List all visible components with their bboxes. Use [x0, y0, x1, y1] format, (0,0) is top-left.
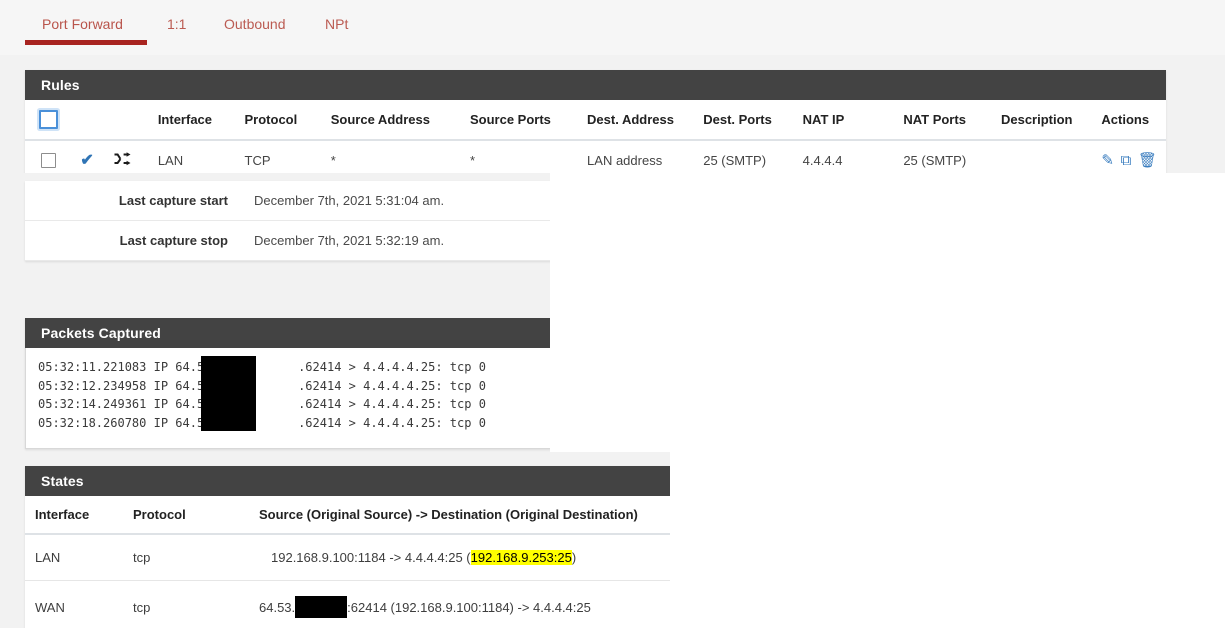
col-actions: Actions	[1095, 100, 1166, 141]
capture-start-row: Last capture start December 7th, 2021 5:…	[25, 181, 550, 221]
rules-table-header-row: Interface Protocol Source Address Source…	[25, 100, 1166, 141]
detail-suffix: :62414 (192.168.9.100:1184) -> 4.4.4.4:2…	[347, 600, 591, 615]
detail-prefix: 64.53.	[259, 600, 296, 615]
row-checkbox[interactable]	[41, 153, 56, 169]
nat-translation-highlight: 192.168.9.253:25	[470, 550, 572, 565]
status-header	[74, 100, 109, 141]
states-section: States Interface Protocol Source (Origin…	[0, 452, 1225, 628]
packets-clip: Packets Captured 05:32:11.221083 IP 64.5…	[0, 318, 550, 452]
select-all-checkbox[interactable]	[39, 110, 58, 129]
packet-line: 05:32:18.260780 IP 64.53 .62414 > 4.4.4.…	[38, 415, 486, 430]
states-cell-interface: WAN	[25, 580, 123, 628]
tab-one-to-one[interactable]: 1:1	[167, 16, 186, 32]
col-dest-address: Dest. Address	[581, 100, 698, 141]
cell-nat-ports: 25 (SMTP)	[903, 152, 967, 168]
tab-port-forward[interactable]: Port Forward	[42, 16, 123, 32]
col-description: Description	[994, 100, 1096, 141]
cell-protocol: TCP	[244, 152, 271, 168]
cell-interface: LAN	[157, 152, 184, 168]
capture-info-panel: Last capture start December 7th, 2021 5:…	[25, 181, 550, 261]
cell-actions: ✎ ⧉ 🗑	[1095, 140, 1166, 173]
col-source-address: Source Address	[324, 100, 464, 141]
rules-table: Interface Protocol Source Address Source…	[25, 100, 1166, 173]
states-cell-detail: 64.53. :62414 (192.168.9.100:1184) -> 4.4…	[231, 580, 670, 628]
states-panel-title: States	[25, 466, 670, 496]
row-select-cell	[25, 140, 74, 173]
capture-clip: Last capture start December 7th, 2021 5:…	[0, 173, 550, 318]
cell-dest-ports: 25 (SMTP)	[703, 152, 767, 168]
nat-flag-header	[108, 100, 152, 141]
tab-outbound[interactable]: Outbound	[224, 16, 286, 32]
active-tab-indicator	[25, 40, 147, 45]
table-row[interactable]: ✔ LAN TCP * * LAN address 25 (SMTP) 4.4.…	[25, 140, 1166, 173]
row-status-cell: ✔	[74, 140, 108, 173]
states-table: Interface Protocol Source (Original Sour…	[25, 496, 670, 628]
detail-suffix: )	[571, 550, 577, 565]
states-cell-protocol: tcp	[123, 534, 231, 581]
col-nat-ip: NAT IP	[796, 100, 898, 141]
capture-info-table: Last capture start December 7th, 2021 5:…	[25, 181, 550, 261]
nav-tabs: Port Forward 1:1 Outbound NPt	[0, 0, 1225, 56]
table-row[interactable]: LAN tcp 192.168.9.100:1184 -> 4.4.4.4:25…	[25, 534, 670, 581]
row-nat-cell	[108, 140, 151, 173]
states-cell-interface: LAN	[25, 534, 123, 581]
shuffle-icon	[114, 151, 131, 165]
packet-log: 05:32:11.221083 IP 64.53 .62414 > 4.4.4.…	[25, 348, 550, 450]
capture-stop-label: Last capture stop	[25, 220, 246, 261]
tab-npt[interactable]: NPt	[325, 16, 348, 32]
table-row[interactable]: WAN tcp 64.53. :62414 (192.168.9.100:1184…	[25, 580, 670, 628]
cell-nat-ip: 4.4.4.4	[802, 152, 843, 168]
copy-icon[interactable]: ⧉	[1121, 152, 1132, 169]
redaction-box	[295, 596, 348, 618]
states-cell-protocol: tcp	[123, 580, 231, 628]
rules-panel: Rules Interface Protocol Source Address …	[25, 70, 1166, 173]
cell-source-address: *	[330, 152, 336, 168]
packets-section: Packets Captured 05:32:11.221083 IP 64.5…	[0, 318, 1225, 452]
col-nat-ports: NAT Ports	[897, 100, 995, 141]
redaction-box	[201, 356, 256, 431]
detail-prefix: 192.168.9.100:1184 -> 4.4.4.4:25 (	[271, 550, 471, 565]
states-cell-detail: 192.168.9.100:1184 -> 4.4.4.4:25 (192.16…	[231, 534, 670, 581]
states-col-interface: Interface	[25, 496, 123, 535]
col-interface: Interface	[151, 100, 239, 141]
col-source-ports: Source Ports	[464, 100, 582, 141]
select-all-header	[25, 100, 75, 141]
capture-start-label: Last capture start	[25, 181, 246, 221]
states-panel: States Interface Protocol Source (Origin…	[25, 466, 670, 628]
packet-line: 05:32:11.221083 IP 64.53 .62414 > 4.4.4.…	[38, 360, 486, 374]
capture-section: Last capture start December 7th, 2021 5:…	[0, 173, 1225, 318]
packet-line: 05:32:12.234958 IP 64.53 .62414 > 4.4.4.…	[38, 378, 486, 393]
check-icon: ✔	[80, 152, 94, 169]
capture-start-value: December 7th, 2021 5:31:04 am.	[246, 181, 550, 221]
states-header-row: Interface Protocol Source (Original Sour…	[25, 496, 670, 535]
capture-stop-value: December 7th, 2021 5:32:19 am.	[246, 220, 550, 261]
packets-panel-title: Packets Captured	[25, 318, 550, 348]
states-col-detail: Source (Original Source) -> Destination …	[231, 496, 670, 535]
states-col-protocol: Protocol	[123, 496, 231, 535]
delete-icon[interactable]: 🗑	[1138, 151, 1157, 169]
packet-line: 05:32:14.249361 IP 64.53 .62414 > 4.4.4.…	[38, 397, 486, 412]
col-dest-ports: Dest. Ports	[697, 100, 797, 141]
edit-icon[interactable]: ✎	[1101, 151, 1114, 169]
cell-source-ports: *	[470, 152, 476, 168]
cell-dest-address: LAN address	[587, 152, 663, 168]
packets-panel: Packets Captured 05:32:11.221083 IP 64.5…	[25, 318, 550, 450]
col-protocol: Protocol	[238, 100, 325, 141]
rules-panel-title: Rules	[25, 70, 1166, 100]
rules-section: Rules Interface Protocol Source Address …	[0, 55, 1225, 173]
capture-stop-row: Last capture stop December 7th, 2021 5:3…	[25, 220, 550, 261]
states-clip: States Interface Protocol Source (Origin…	[0, 452, 670, 628]
cell-description	[995, 140, 1095, 173]
